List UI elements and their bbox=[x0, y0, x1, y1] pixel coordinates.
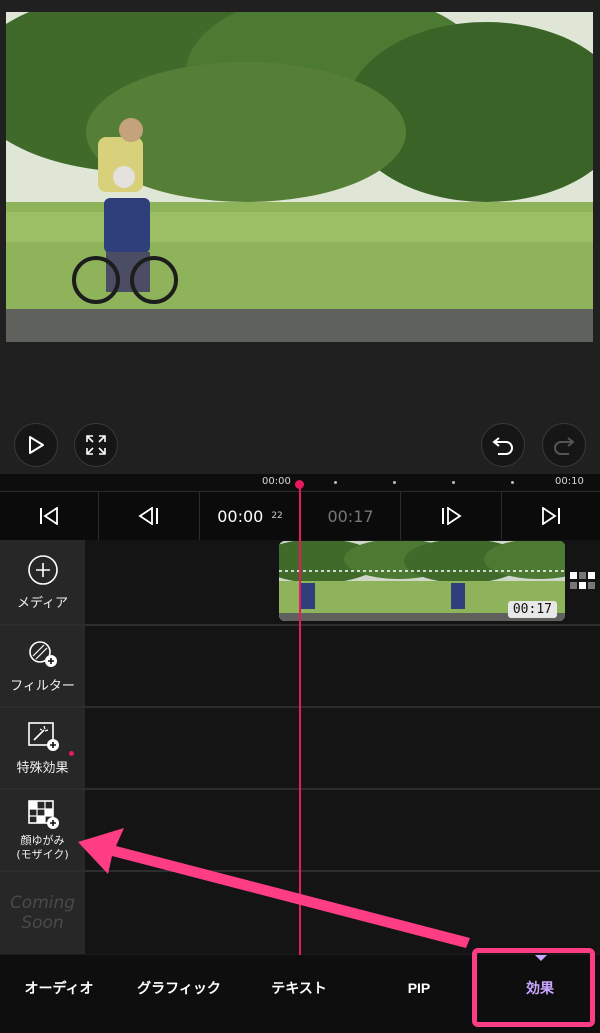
step-back-icon bbox=[138, 507, 158, 525]
track-label-media: メディア bbox=[16, 595, 69, 611]
tab-pip[interactable]: PIP bbox=[358, 955, 480, 1021]
effects-track-lane[interactable] bbox=[85, 708, 600, 788]
total-time: 00:17 bbox=[327, 506, 374, 526]
ruler-dot bbox=[334, 481, 337, 484]
tab-graphic[interactable]: グラフィック bbox=[118, 955, 240, 1021]
tab-audio[interactable]: オーディオ bbox=[0, 955, 118, 1021]
track-label-special-effects: 特殊効果 bbox=[16, 760, 69, 776]
current-frame: 22 bbox=[271, 511, 283, 521]
ruler-dot bbox=[511, 481, 514, 484]
video-preview[interactable] bbox=[6, 12, 593, 342]
play-button[interactable] bbox=[14, 423, 58, 467]
track-label-filter: フィルター bbox=[10, 678, 75, 694]
video-clip[interactable]: 00:17 bbox=[279, 541, 565, 621]
play-icon bbox=[29, 436, 44, 454]
annotation-highlight-box bbox=[472, 948, 595, 1027]
clip-duration: 00:17 bbox=[507, 601, 557, 618]
redo-icon bbox=[554, 437, 575, 455]
redo-button[interactable] bbox=[542, 423, 586, 467]
skip-start-icon bbox=[40, 507, 58, 525]
tab-pip-label: PIP bbox=[407, 980, 431, 996]
tab-audio-label: オーディオ bbox=[24, 980, 94, 996]
ruler-start-label: 00:00 bbox=[262, 476, 291, 487]
ruler-end-label: 00:10 bbox=[555, 476, 584, 487]
next-frame-button[interactable] bbox=[401, 492, 501, 540]
ruler-dot bbox=[393, 481, 396, 484]
fullscreen-icon bbox=[86, 435, 106, 455]
current-time: 00:00 bbox=[217, 506, 264, 526]
transition-grid-icon[interactable] bbox=[570, 572, 596, 590]
ruler-dot bbox=[452, 481, 455, 484]
track-media[interactable]: メディア bbox=[0, 540, 85, 624]
add-media-icon bbox=[27, 554, 58, 585]
preview-area bbox=[0, 0, 600, 474]
tab-text-label: テキスト bbox=[271, 980, 327, 996]
undo-icon bbox=[492, 437, 513, 455]
track-special-effects[interactable]: 特殊効果 bbox=[0, 708, 85, 788]
tab-text[interactable]: テキスト bbox=[240, 955, 358, 1021]
tab-graphic-label: グラフィック bbox=[137, 980, 221, 996]
add-special-effect-icon bbox=[27, 721, 59, 751]
total-time-display: 00:17 bbox=[301, 492, 400, 540]
jump-to-end-button[interactable] bbox=[502, 492, 600, 540]
jump-to-start-button[interactable] bbox=[0, 492, 98, 540]
undo-button[interactable] bbox=[481, 423, 525, 467]
filter-track-lane[interactable] bbox=[85, 626, 600, 706]
add-filter-icon bbox=[28, 640, 57, 667]
playhead-handle[interactable] bbox=[295, 480, 304, 489]
step-forward-icon bbox=[442, 507, 462, 525]
new-badge-dot bbox=[69, 751, 74, 756]
track-filter[interactable]: フィルター bbox=[0, 626, 85, 706]
fullscreen-button[interactable] bbox=[74, 423, 118, 467]
current-time-display: 00:00 22 bbox=[200, 492, 300, 540]
previous-frame-button[interactable] bbox=[99, 492, 199, 540]
skip-end-icon bbox=[542, 507, 560, 525]
